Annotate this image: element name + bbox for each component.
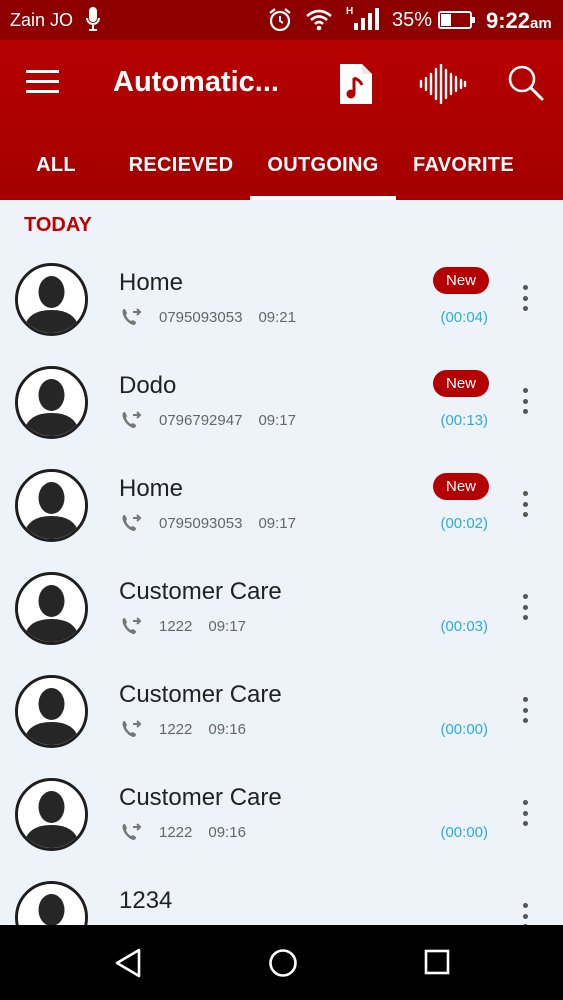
tab-bar: ALL RECIEVED OUTGOING FAVORITE bbox=[0, 144, 563, 200]
contact-avatar-icon bbox=[18, 781, 85, 848]
phone-number: 1222 bbox=[159, 720, 193, 738]
home-icon[interactable] bbox=[267, 947, 299, 979]
new-badge: New bbox=[433, 473, 489, 500]
battery-icon bbox=[438, 11, 475, 29]
back-icon[interactable] bbox=[113, 947, 143, 979]
file-music-icon[interactable] bbox=[338, 62, 374, 106]
outgoing-call-icon bbox=[122, 617, 142, 634]
alarm-icon bbox=[269, 8, 291, 32]
microphone-icon bbox=[86, 7, 100, 31]
contact-avatar-icon bbox=[18, 678, 85, 745]
call-duration: (00:00) bbox=[440, 721, 488, 738]
avatar bbox=[15, 469, 88, 542]
new-badge: New bbox=[433, 267, 489, 294]
cell-signal-icon: H bbox=[346, 6, 379, 30]
contact-name: Home bbox=[119, 475, 184, 502]
call-details: 0795093053 09:21 bbox=[121, 307, 296, 327]
more-options-icon[interactable] bbox=[514, 592, 536, 622]
menu-icon[interactable] bbox=[26, 70, 62, 100]
call-duration: (00:04) bbox=[440, 309, 488, 326]
contact-avatar-icon bbox=[18, 575, 85, 642]
contact-name: Customer Care bbox=[119, 784, 282, 811]
app-bar: Automatic... ALL RECIEVED OUTGOING FAVOR… bbox=[0, 40, 563, 200]
call-details: 0796792947 09:17 bbox=[121, 410, 296, 430]
outgoing-call-icon bbox=[122, 411, 142, 428]
tab-all[interactable]: ALL bbox=[0, 144, 112, 200]
call-details: 0795093053 09:17 bbox=[121, 513, 296, 533]
outgoing-call-icon bbox=[122, 514, 142, 531]
call-duration: (00:03) bbox=[440, 618, 488, 635]
more-options-icon[interactable] bbox=[514, 695, 536, 725]
status-bar: Zain JO H 35% 9:22am bbox=[0, 0, 563, 40]
phone-number: 1222 bbox=[159, 823, 193, 841]
call-duration: (00:13) bbox=[440, 412, 488, 429]
call-time: 09:17 bbox=[258, 514, 296, 532]
audio-wave-icon[interactable] bbox=[418, 64, 468, 104]
call-details: 1222 09:17 bbox=[121, 616, 246, 636]
tab-favorite[interactable]: FAVORITE bbox=[396, 144, 531, 200]
avatar bbox=[15, 778, 88, 851]
tab-outgoing[interactable]: OUTGOING bbox=[250, 144, 396, 200]
status-clock: 9:22am bbox=[486, 8, 552, 33]
outgoing-call-icon bbox=[122, 823, 142, 840]
avatar bbox=[15, 366, 88, 439]
more-options-icon[interactable] bbox=[514, 798, 536, 828]
call-time: 09:17 bbox=[208, 617, 246, 635]
app-title: Automatic... bbox=[113, 66, 279, 98]
more-options-icon[interactable] bbox=[514, 386, 536, 416]
avatar bbox=[15, 263, 88, 336]
new-badge: New bbox=[433, 370, 489, 397]
phone-number: 1222 bbox=[159, 617, 193, 635]
carrier-name: Zain JO bbox=[10, 10, 74, 30]
call-time: 09:17 bbox=[258, 411, 296, 429]
section-header-today: TODAY bbox=[24, 214, 92, 236]
call-list-item[interactable]: Customer Care 1222 09:16 (00:00) bbox=[0, 662, 563, 765]
call-details: 1222 09:16 bbox=[121, 822, 246, 842]
contact-name: Customer Care bbox=[119, 578, 282, 605]
avatar bbox=[15, 572, 88, 645]
system-nav-bar bbox=[0, 925, 563, 1000]
call-list-item[interactable]: Home 0795093053 09:17 New (00:02) bbox=[0, 456, 563, 559]
call-list-item[interactable]: Home 0795093053 09:21 New (00:04) bbox=[0, 250, 563, 353]
call-time: 09:16 bbox=[208, 823, 246, 841]
call-list-item[interactable]: Customer Care 1222 09:17 (00:03) bbox=[0, 559, 563, 662]
phone-number: 0796792947 bbox=[159, 411, 243, 429]
avatar bbox=[15, 675, 88, 748]
outgoing-call-icon bbox=[122, 720, 142, 737]
call-time: 09:16 bbox=[208, 720, 246, 738]
svg-text:H: H bbox=[346, 6, 353, 17]
contact-name: Home bbox=[119, 269, 184, 296]
call-duration: (00:02) bbox=[440, 515, 488, 532]
contact-avatar-icon bbox=[18, 472, 85, 539]
search-icon[interactable] bbox=[507, 64, 545, 102]
contact-avatar-icon bbox=[18, 266, 85, 333]
outgoing-call-icon bbox=[122, 308, 142, 325]
more-options-icon[interactable] bbox=[514, 283, 536, 313]
contact-avatar-icon bbox=[18, 369, 85, 436]
call-details: 1222 09:16 bbox=[121, 719, 246, 739]
more-options-icon[interactable] bbox=[514, 489, 536, 519]
recents-icon[interactable] bbox=[424, 947, 452, 979]
phone-number: 0795093053 bbox=[159, 514, 243, 532]
contact-name: 1234 bbox=[119, 887, 173, 914]
battery-percent: 35% bbox=[392, 9, 433, 31]
contact-name: Dodo bbox=[119, 372, 177, 399]
tab-received[interactable]: RECIEVED bbox=[112, 144, 250, 200]
call-list-item[interactable]: Dodo 0796792947 09:17 New (00:13) bbox=[0, 353, 563, 456]
call-time: 09:21 bbox=[258, 308, 296, 326]
wifi-icon bbox=[306, 9, 332, 31]
call-duration: (00:00) bbox=[440, 824, 488, 841]
call-list-item[interactable]: Customer Care 1222 09:16 (00:00) bbox=[0, 765, 563, 868]
contact-name: Customer Care bbox=[119, 681, 282, 708]
phone-number: 0795093053 bbox=[159, 308, 243, 326]
